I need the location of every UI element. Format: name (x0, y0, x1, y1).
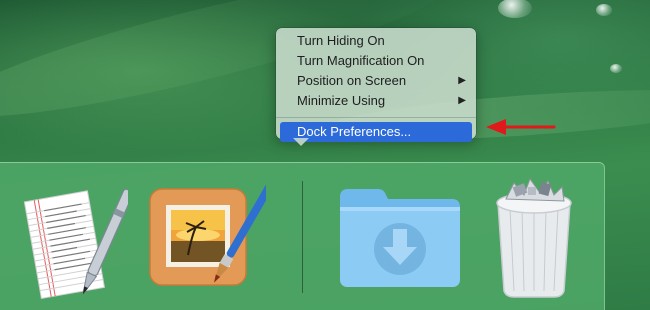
pixelmator-icon[interactable] (146, 175, 266, 305)
menu-item-turn-magnification-on[interactable]: Turn Magnification On (276, 51, 476, 71)
menu-separator (276, 117, 476, 118)
menu-item-label: Dock Preferences... (297, 124, 412, 139)
menu-item-position-on-screen[interactable]: Position on Screen ▶ (276, 71, 476, 91)
menu-item-minimize-using[interactable]: Minimize Using ▶ (276, 91, 476, 111)
trash-icon[interactable] (484, 173, 584, 299)
menu-item-label: Position on Screen (297, 73, 407, 88)
water-droplet (610, 64, 622, 73)
menu-item-label: Minimize Using (297, 93, 386, 108)
submenu-arrow-icon: ▶ (458, 75, 466, 86)
downloads-folder-icon[interactable] (338, 185, 462, 289)
menu-item-dock-preferences[interactable]: Dock Preferences... (280, 122, 472, 142)
menu-item-label: Turn Magnification On (297, 53, 425, 68)
red-arrow-icon (486, 119, 556, 135)
menu-item-turn-hiding-on[interactable]: Turn Hiding On (276, 31, 476, 51)
dock-context-menu: Turn Hiding On Turn Magnification On Pos… (276, 28, 476, 146)
textedit-icon[interactable] (18, 177, 128, 307)
water-droplet (498, 0, 532, 18)
menu-item-label: Turn Hiding On (297, 33, 385, 48)
submenu-arrow-icon: ▶ (458, 95, 466, 106)
dock-divider (302, 181, 303, 293)
water-droplet (596, 4, 612, 16)
dock (0, 162, 605, 310)
